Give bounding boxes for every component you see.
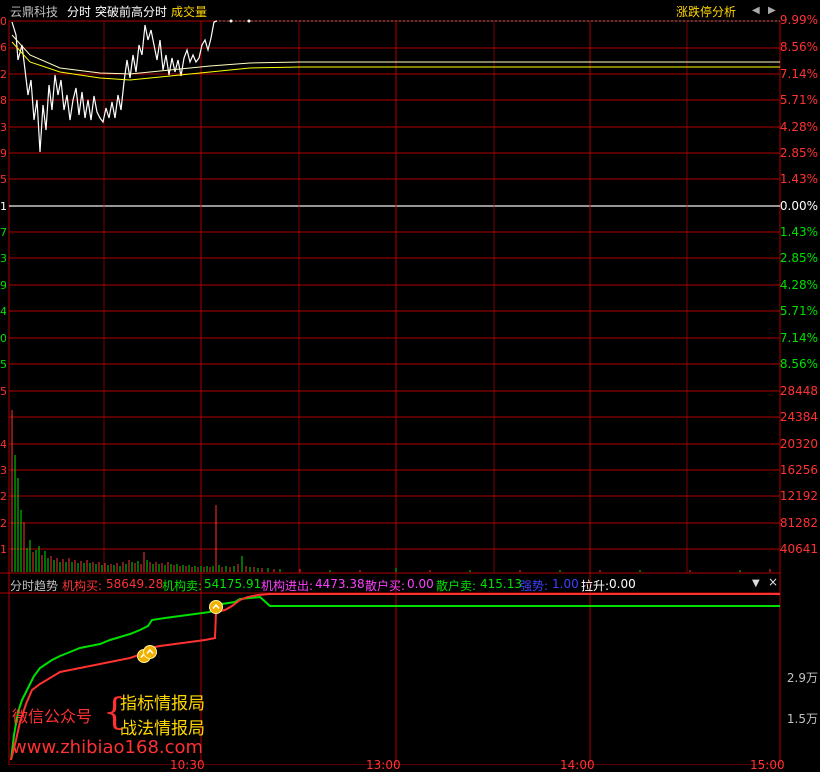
time-label: 10:30	[170, 758, 205, 772]
retail-sell-value: 415.13	[480, 577, 522, 591]
time-label: 13:00	[366, 758, 401, 772]
axis-label: 9.99%	[779, 13, 818, 27]
prev-arrow-icon[interactable]: ◀	[752, 5, 760, 16]
left-axis-label: 3	[0, 464, 6, 477]
axis-label: 4.28%	[779, 120, 818, 134]
retail-buy-label: 散户买:	[365, 579, 406, 593]
volume-label: 成交量	[171, 5, 208, 19]
pull-value: 0.00	[609, 577, 636, 591]
axis-label: 12192	[779, 489, 818, 503]
retail-buy-value: 0.00	[407, 577, 434, 591]
axis-label: 2.85%	[779, 146, 818, 160]
axis-label: 8.56%	[779, 357, 818, 371]
left-axis-label: 2	[0, 517, 6, 530]
left-axis-label: 5	[0, 173, 6, 186]
next-arrow-icon[interactable]: ▶	[768, 5, 776, 16]
chart-frame	[8, 20, 781, 765]
watermark-line1: 指标情报局	[120, 694, 205, 714]
buy-signal-icon	[143, 645, 157, 659]
left-axis-label: 7	[0, 226, 6, 239]
axis-label: 1.43%	[779, 225, 818, 239]
left-axis-label: 0	[0, 332, 6, 345]
pull-label: 拉升:	[581, 579, 610, 593]
left-axis-label: 4	[0, 438, 6, 451]
limit-analysis-button[interactable]: 涨跌停分析	[676, 3, 736, 20]
time-label: 14:00	[560, 758, 595, 772]
left-axis-label: 2	[0, 68, 6, 81]
chart-header: 云鼎科技 分时 突破前高分时 成交量 涨跌停分析 ◀ ▶	[0, 0, 780, 22]
inst-sell-label: 机构卖:	[162, 579, 203, 593]
left-axis-label: 1	[0, 200, 6, 213]
indicator-bar: 分时趋势 机构买: 58649.28 机构卖: 54175.91 机构进出: 4…	[0, 574, 780, 593]
axis-label: 28448	[779, 384, 818, 398]
tab-breakout-intraday[interactable]: 突破前高分时	[95, 3, 167, 20]
time-label: 15:00	[750, 758, 785, 772]
axis-label: 1.5万	[786, 712, 818, 726]
indicator-name[interactable]: 分时趋势	[10, 577, 58, 594]
axis-label: 7.14%	[779, 331, 818, 345]
buy-signal-icon	[209, 600, 223, 614]
watermark-wechat: 微信公众号	[12, 707, 93, 726]
left-axis-label: 4	[0, 305, 6, 318]
axis-label: 4.28%	[779, 278, 818, 292]
left-axis-label: 6	[0, 41, 6, 54]
intraday-chart[interactable]	[0, 0, 820, 765]
watermark-url: www.zhibiao168.com	[12, 737, 204, 758]
watermark-line2: 战法情报局	[120, 719, 205, 739]
stock-name[interactable]: 云鼎科技	[10, 3, 58, 20]
axis-label: 1.43%	[779, 172, 818, 186]
axis-label: 40641	[779, 542, 818, 556]
price-line	[11, 20, 218, 153]
left-axis-label: 5	[0, 385, 6, 398]
axis-label-zero: 0.00%	[779, 199, 818, 213]
left-axis-label: 0	[0, 15, 6, 28]
axis-label: 20320	[779, 437, 818, 451]
inst-net-value: 4473.38	[315, 577, 365, 591]
axis-label: 5.71%	[779, 93, 818, 107]
tab-intraday[interactable]: 分时	[67, 3, 91, 20]
axis-label: 24384	[779, 410, 818, 424]
left-axis-label: 2	[0, 490, 6, 503]
left-axis-label: 3	[0, 121, 6, 134]
inst-buy-label: 机构买:	[62, 579, 103, 593]
left-axis-label: 3	[0, 252, 6, 265]
axis-label: 2.9万	[786, 671, 818, 685]
strong-value: 1.00	[552, 577, 579, 591]
left-axis-label: 9	[0, 279, 6, 292]
dropdown-icon[interactable]: ▼	[752, 578, 760, 589]
axis-label: 5.71%	[779, 304, 818, 318]
axis-label: 81282	[779, 516, 818, 530]
axis-label: 2.85%	[779, 251, 818, 265]
left-axis-label: 5	[0, 358, 6, 371]
inst-net-label: 机构进出:	[261, 579, 314, 593]
left-axis-label: 1	[0, 543, 6, 556]
axis-label: 16256	[779, 463, 818, 477]
close-icon[interactable]: ×	[768, 575, 778, 589]
left-axis-label: 8	[0, 94, 6, 107]
retail-sell-label: 散户卖:	[436, 579, 477, 593]
left-axis-label: 9	[0, 147, 6, 160]
axis-label: 7.14%	[779, 67, 818, 81]
strong-label: 强势:	[520, 579, 549, 593]
inst-sell-value: 54175.91	[204, 577, 262, 591]
axis-label: 8.56%	[779, 40, 818, 54]
inst-buy-value: 58649.28	[106, 577, 164, 591]
